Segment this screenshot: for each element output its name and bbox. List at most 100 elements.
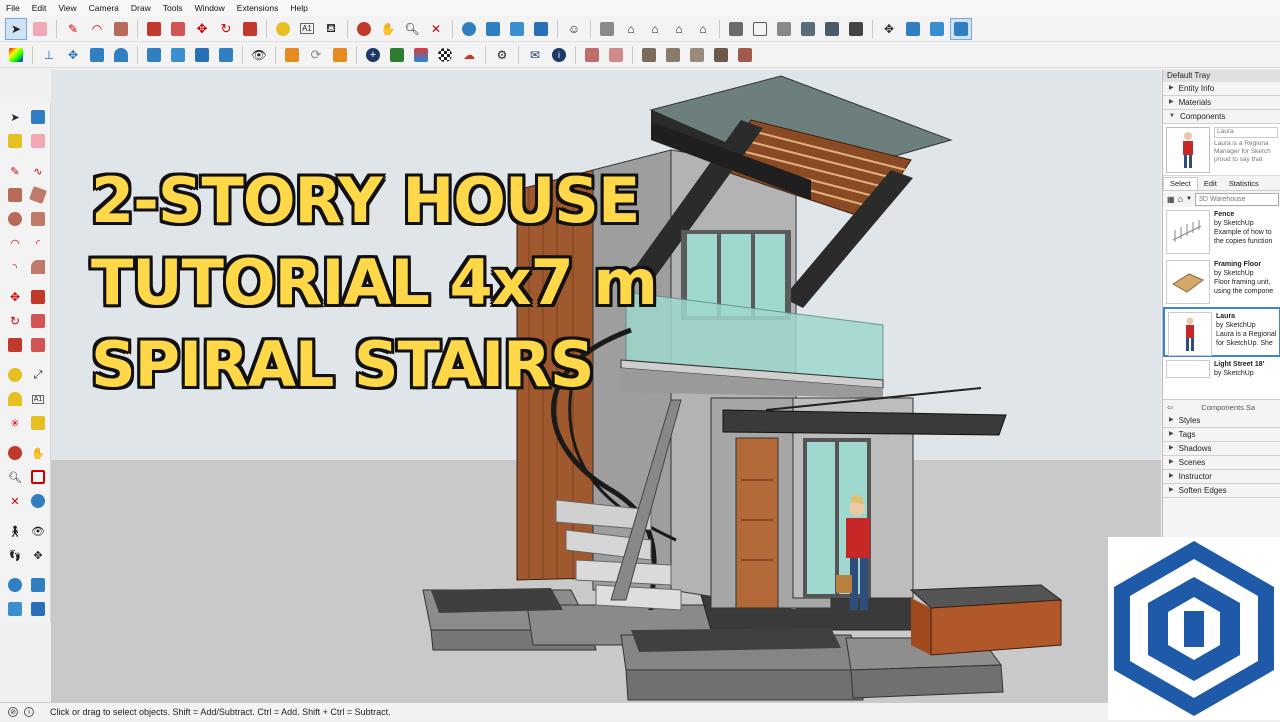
left-polygon-button[interactable] [27, 208, 49, 230]
display-sections-button[interactable] [950, 17, 972, 40]
drape-button[interactable] [530, 18, 552, 40]
menu-extensions[interactable]: Extensions [231, 3, 285, 13]
left-freehand-button[interactable]: ∿ [27, 160, 49, 182]
left-walk-button[interactable]: 🚶︎ [4, 520, 26, 542]
left-arc-button[interactable]: ◠ [4, 232, 26, 254]
paint-bucket-button[interactable]: ⛾ [320, 18, 342, 40]
eye-button[interactable]: 👁︎ [248, 44, 270, 66]
left-zoom-button[interactable]: 🔍︎ [4, 466, 26, 488]
sandbox-button[interactable] [458, 18, 480, 40]
panel-styles[interactable]: ▶ Styles [1163, 414, 1280, 428]
gears-button[interactable]: ⚙ [491, 44, 513, 66]
geolocation-icon[interactable]: ⊘ [8, 707, 18, 717]
wireframe-button[interactable] [749, 18, 771, 40]
left-tape-button[interactable] [4, 364, 26, 386]
smoove-button[interactable] [482, 18, 504, 40]
left-section-button[interactable]: ✥ [27, 544, 49, 566]
left-rotate-button[interactable]: ↻ [4, 310, 26, 332]
shaded-button[interactable] [797, 18, 819, 40]
menu-view[interactable]: View [52, 3, 82, 13]
left-lookaround-button[interactable]: 👁︎ [27, 520, 49, 542]
list-item-selected[interactable]: Laura by SketchUp Laura is a Regional for S… [1163, 307, 1280, 357]
panel-scenes[interactable]: ▶ Scenes [1163, 456, 1280, 470]
scale-button[interactable] [239, 18, 261, 40]
shape-tool-button[interactable] [110, 18, 132, 40]
dropdown-arrow-icon[interactable]: ▼ [1186, 196, 1192, 202]
left-circle-button[interactable] [4, 208, 26, 230]
panel-entity-info[interactable]: ▶ Entity Info [1163, 82, 1280, 96]
component-name-field[interactable]: Laura [1214, 127, 1278, 138]
left-prev-button[interactable] [27, 490, 49, 512]
guide-button[interactable]: ✥ [62, 44, 84, 66]
array-button[interactable] [191, 44, 213, 66]
left-eraser-button[interactable] [27, 130, 49, 152]
account-button[interactable]: ☺ [563, 18, 585, 40]
move-button[interactable]: ✥ [191, 18, 213, 40]
warehouse-button[interactable] [386, 44, 408, 66]
refresh-button[interactable]: ⟳ [305, 44, 327, 66]
line-tool-button[interactable]: ✎ [62, 18, 84, 40]
back-arrow-icon[interactable]: ⇦ [1167, 403, 1173, 412]
layer-button[interactable] [329, 44, 351, 66]
3d-viewport[interactable]: 2-STORY HOUSE TUTORIAL 4x7 m SPIRAL STAI… [51, 70, 1161, 702]
arc-tool-button[interactable]: ◠ [86, 18, 108, 40]
tab-statistics[interactable]: Statistics [1223, 178, 1265, 190]
hidden-line-button[interactable] [773, 18, 795, 40]
cloud-button[interactable]: ☁ [458, 44, 480, 66]
solid-tools-button[interactable] [281, 44, 303, 66]
tab-edit[interactable]: Edit [1198, 178, 1223, 190]
left-sandbox-2-button[interactable] [27, 574, 49, 596]
text-tool-button[interactable]: A1 [296, 18, 318, 40]
menu-draw[interactable]: Draw [125, 3, 157, 13]
panel-instructor[interactable]: ▶ Instructor [1163, 470, 1280, 484]
distribute-button[interactable] [167, 44, 189, 66]
info-icon[interactable]: i [24, 707, 34, 717]
mail-button[interactable]: ✉ [524, 44, 546, 66]
menu-camera[interactable]: Camera [83, 3, 125, 13]
menu-edit[interactable]: Edit [26, 3, 53, 13]
dimension-button[interactable] [86, 44, 108, 66]
pan-button[interactable]: ✋ [377, 18, 399, 40]
left-zoomext-button[interactable]: ✕ [4, 490, 26, 512]
eraser-button[interactable] [29, 18, 51, 40]
left-move-button[interactable]: ✥ [4, 286, 26, 308]
section-plane-button[interactable]: ✥ [878, 18, 900, 40]
left-protractor-button[interactable] [4, 388, 26, 410]
zoom-button[interactable]: 🔍︎ [401, 18, 423, 40]
monochrome-button[interactable] [845, 18, 867, 40]
left-scale-button[interactable] [4, 334, 26, 356]
tape-measure-button[interactable] [272, 18, 294, 40]
left-rotrect-button[interactable] [27, 184, 49, 206]
left-position-camera-button[interactable]: 👣︎ [4, 544, 26, 566]
checker-button[interactable] [434, 44, 456, 66]
offset-button[interactable] [167, 18, 189, 40]
left-3pt-arc-button[interactable]: ◝ [4, 256, 26, 278]
orbit-button[interactable] [353, 18, 375, 40]
left-sandbox-4-button[interactable] [27, 598, 49, 620]
tile-1-button[interactable] [581, 44, 603, 66]
xray-button[interactable] [725, 18, 747, 40]
color-palette-button[interactable] [5, 44, 27, 66]
left-pie-button[interactable] [27, 256, 49, 278]
left-paint-button[interactable] [4, 130, 26, 152]
tile-2-button[interactable] [605, 44, 627, 66]
tile-4-button[interactable] [662, 44, 684, 66]
left-component-button[interactable] [27, 106, 49, 128]
menu-file[interactable]: File [0, 3, 26, 13]
add-button[interactable]: + [362, 44, 384, 66]
left-sandbox-3-button[interactable] [4, 598, 26, 620]
textured-button[interactable] [821, 18, 843, 40]
left-rect-button[interactable] [4, 184, 26, 206]
left-pushpull-button[interactable] [27, 286, 49, 308]
menu-help[interactable]: Help [284, 3, 313, 13]
section-fill-button[interactable] [926, 18, 948, 40]
section-cut-button[interactable] [902, 18, 924, 40]
tile-3-button[interactable] [638, 44, 660, 66]
list-item[interactable]: Light Street 18' by SketchUp [1163, 357, 1280, 381]
panel-tags[interactable]: ▶ Tags [1163, 428, 1280, 442]
select-tool-button[interactable]: ➤ [5, 17, 27, 40]
explode-button[interactable] [215, 44, 237, 66]
rotate-button[interactable]: ↻ [215, 18, 237, 40]
back-view-button[interactable]: ⌂ [692, 18, 714, 40]
tab-select[interactable]: Select [1163, 177, 1198, 190]
